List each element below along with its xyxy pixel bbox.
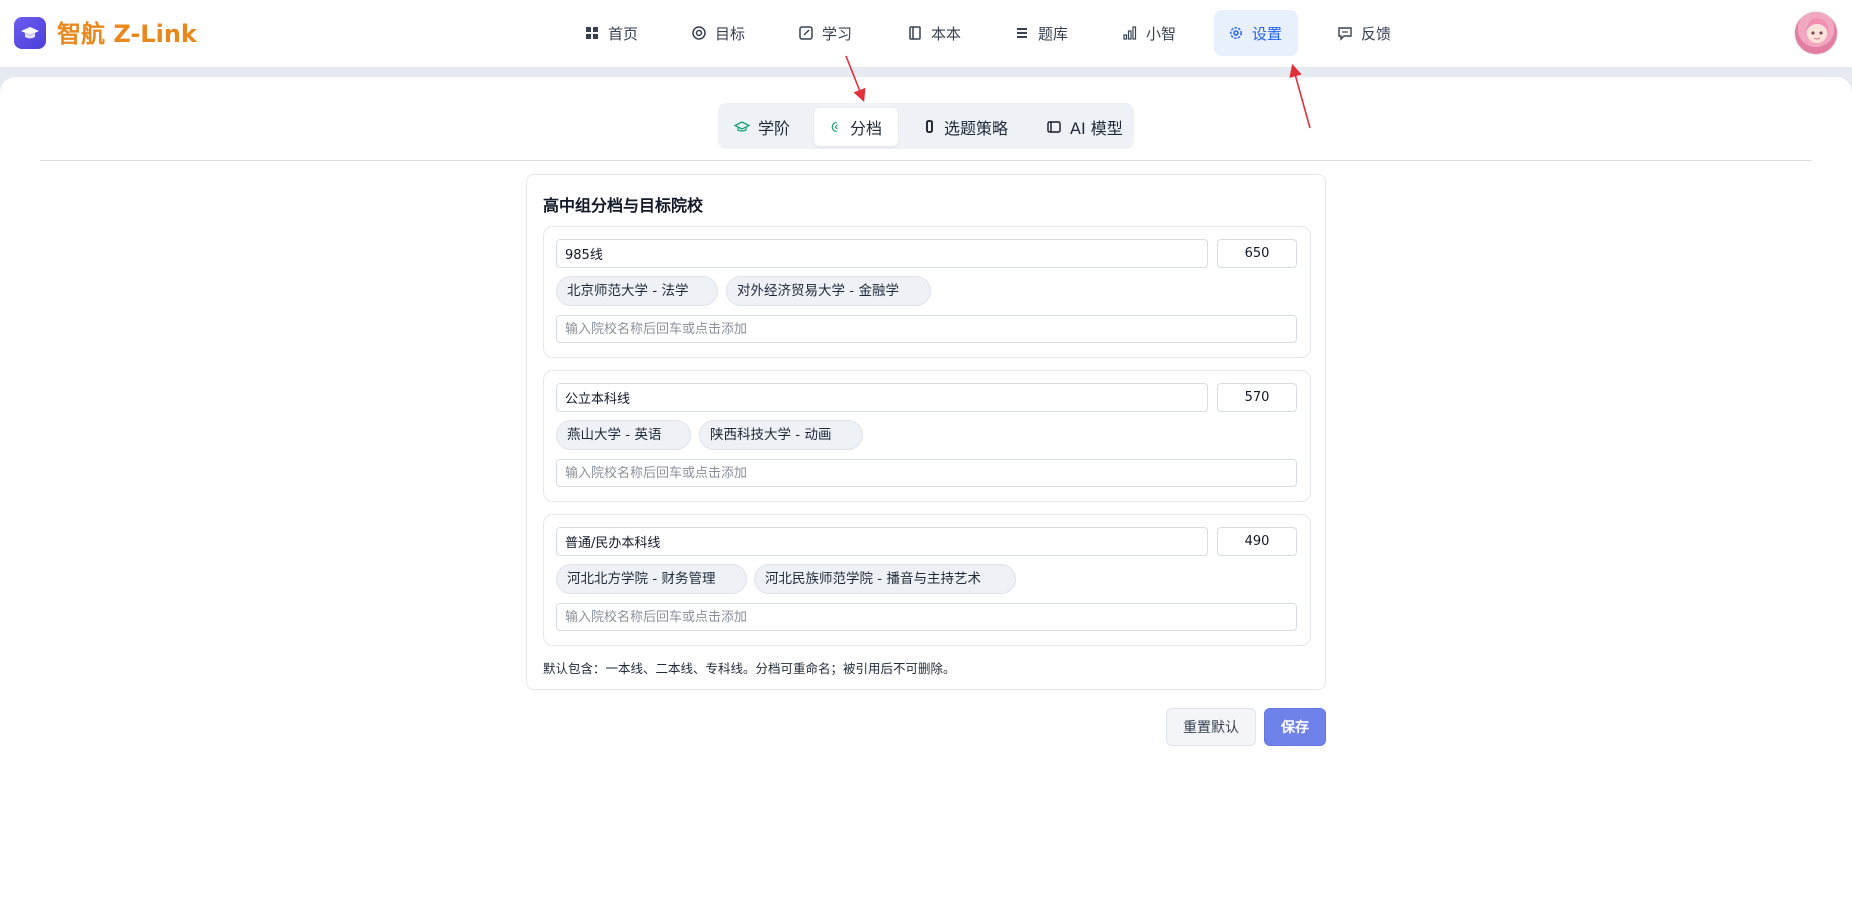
nav-item-label: 首页 bbox=[608, 24, 639, 43]
school-chip[interactable]: 河北民族师范学院 - 播音与主持艺术 bbox=[754, 564, 1016, 594]
avatar-illustration-icon bbox=[1805, 18, 1829, 43]
school-chip[interactable]: 北京师范大学 - 法学 bbox=[556, 276, 718, 306]
settings-content: 学阶 分档 选题策略 AI 模型 高中组分档与目标院校 985线 650 北京师… bbox=[0, 77, 1852, 903]
school-chip[interactable]: 燕山大学 - 英语 bbox=[556, 420, 691, 450]
tier-score-input[interactable] bbox=[1217, 239, 1297, 268]
tab-stage[interactable]: 学阶 bbox=[718, 108, 806, 146]
tier-score-input[interactable] bbox=[1217, 383, 1297, 412]
nav-item-xiaozhi[interactable]: 小智 bbox=[1108, 10, 1190, 56]
nav-item-question-bank[interactable]: 题库 bbox=[1000, 10, 1082, 56]
bar-chart-icon bbox=[1123, 26, 1137, 40]
nav-item-label: 设置 bbox=[1252, 24, 1283, 43]
tab-label: AI 模型 bbox=[1070, 119, 1123, 138]
nav-item-goals[interactable]: 目标 bbox=[677, 10, 759, 56]
tier-name-input[interactable] bbox=[556, 527, 1208, 556]
add-school-input[interactable] bbox=[556, 603, 1297, 631]
tab-label: 选题策略 bbox=[944, 119, 1009, 138]
reset-default-button[interactable]: 重置默认 bbox=[1166, 708, 1256, 746]
tab-tiers[interactable]: 分档 bbox=[814, 108, 898, 146]
save-button[interactable]: 保存 bbox=[1264, 708, 1326, 746]
nav-item-label: 题库 bbox=[1038, 24, 1069, 43]
target-icon bbox=[692, 26, 706, 40]
top-navigation-bar: 智航 Z-Link 首页 目标 学习 本本 题库 小智 设置 反馈 bbox=[0, 0, 1852, 68]
tier-settings-card: 高中组分档与目标院校 北京师范大学 - 法学 对外经济贸易大学 - 金融学 燕山… bbox=[526, 174, 1326, 690]
school-chip[interactable]: 对外经济贸易大学 - 金融学 bbox=[726, 276, 931, 306]
user-avatar[interactable] bbox=[1794, 11, 1838, 55]
section-divider bbox=[40, 160, 1812, 161]
nav-item-feedback[interactable]: 反馈 bbox=[1323, 10, 1405, 56]
tab-label: 分档 bbox=[849, 119, 882, 138]
nav-item-home[interactable]: 首页 bbox=[570, 10, 652, 56]
tier-name-input[interactable] bbox=[556, 383, 1208, 412]
brand-name[interactable]: 智航 Z-Link bbox=[57, 17, 197, 51]
nav-item-notebook[interactable]: 本本 bbox=[893, 10, 975, 56]
add-school-input[interactable] bbox=[556, 459, 1297, 487]
nav-item-label: 小智 bbox=[1146, 24, 1177, 43]
tier-note: 默认包含：一本线、二本线、专科线。分档可重命名；被引用后不可删除。 bbox=[543, 661, 956, 676]
graduation-cap-icon bbox=[734, 121, 750, 132]
nav-item-settings[interactable]: 设置 bbox=[1214, 10, 1298, 56]
add-school-input[interactable] bbox=[556, 315, 1297, 343]
settings-tab-bar: 学阶 分档 选题策略 AI 模型 bbox=[718, 103, 1134, 149]
nav-item-label: 目标 bbox=[715, 24, 746, 43]
strategy-icon bbox=[926, 120, 933, 133]
nav-item-label: 学习 bbox=[822, 24, 853, 43]
nav-item-study[interactable]: 学习 bbox=[784, 10, 866, 56]
nav-item-label: 本本 bbox=[931, 24, 962, 43]
gear-icon bbox=[1230, 27, 1242, 39]
tier-score-input[interactable] bbox=[1217, 527, 1297, 556]
book-icon bbox=[909, 26, 921, 40]
logo-icon[interactable] bbox=[14, 17, 46, 49]
tab-ai-model[interactable]: AI 模型 bbox=[1030, 108, 1139, 146]
tab-label: 学阶 bbox=[758, 119, 791, 138]
list-icon bbox=[1017, 28, 1027, 38]
tier-block: 北京师范大学 - 法学 对外经济贸易大学 - 金融学 bbox=[543, 226, 1311, 358]
tier-block: 河北北方学院 - 财务管理 河北民族师范学院 - 播音与主持艺术 bbox=[543, 514, 1311, 646]
model-icon bbox=[1047, 121, 1061, 133]
edit-icon bbox=[799, 26, 813, 40]
nav-item-label: 反馈 bbox=[1361, 24, 1392, 43]
graduation-cap-icon bbox=[21, 27, 39, 39]
tier-icon bbox=[831, 121, 838, 133]
tab-question-strategy[interactable]: 选题策略 bbox=[908, 108, 1024, 146]
tier-block: 燕山大学 - 英语 陕西科技大学 - 动画 bbox=[543, 370, 1311, 502]
tier-name-input[interactable] bbox=[556, 239, 1208, 268]
message-icon bbox=[1338, 27, 1352, 41]
grid-icon bbox=[586, 27, 598, 39]
school-chip[interactable]: 河北北方学院 - 财务管理 bbox=[556, 564, 747, 594]
school-chip[interactable]: 陕西科技大学 - 动画 bbox=[699, 420, 863, 450]
card-title: 高中组分档与目标院校 bbox=[543, 196, 704, 215]
